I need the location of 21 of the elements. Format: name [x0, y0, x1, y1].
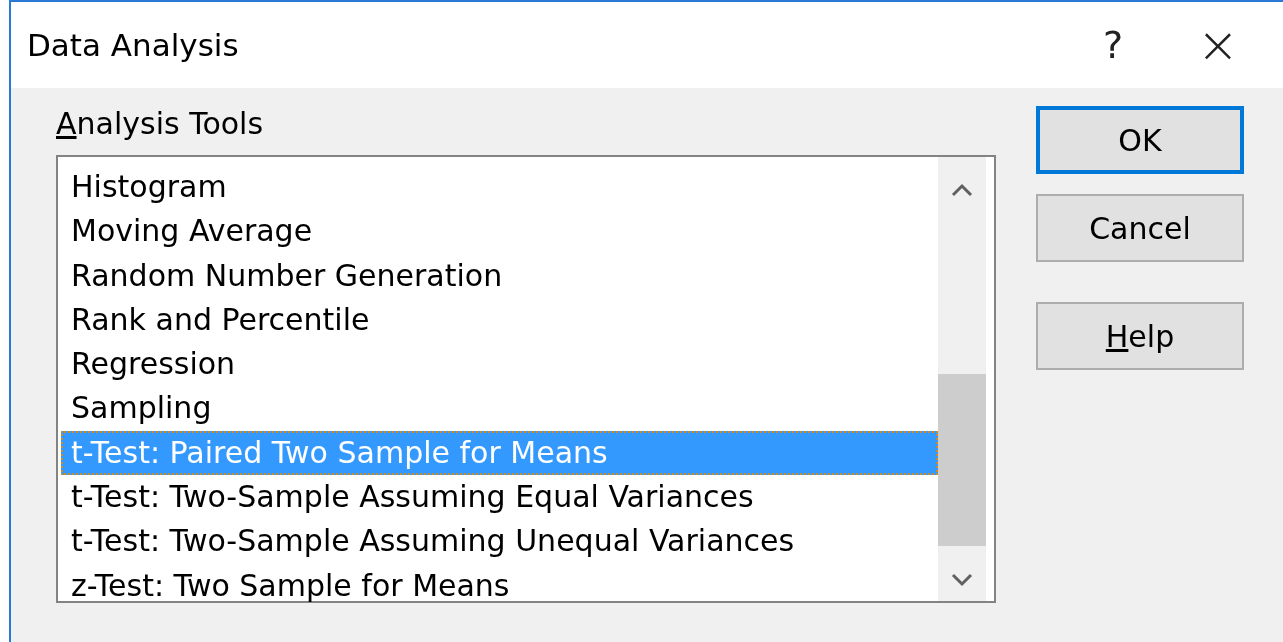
analysis-tools-list[interactable] [56, 155, 996, 603]
scroll-thumb[interactable] [938, 374, 986, 546]
dialog-button[interactable]: Help [1036, 302, 1244, 370]
list-item[interactable]: Rank and Percentile [61, 297, 938, 343]
list-item[interactable]: Random Number Generation [61, 253, 938, 298]
scrollbar[interactable] [938, 157, 986, 601]
list-item[interactable]: t-Test: Two-Sample Assuming Equal Variances [61, 475, 938, 520]
scroll-down-icon[interactable] [951, 573, 973, 587]
list-item[interactable]: z-Test: Two Sample for Means [61, 563, 938, 608]
list-item[interactable]: Sampling [61, 386, 938, 431]
list-item[interactable]: Regression [61, 342, 938, 387]
window-title: Data Analysis [27, 27, 240, 63]
dialog-button[interactable]: Cancel [1036, 194, 1244, 262]
list-label: Analysis Tools [56, 106, 265, 141]
dialog-button[interactable]: OK [1036, 106, 1244, 174]
scroll-up-icon[interactable] [951, 183, 973, 197]
list-item[interactable]: Histogram [61, 165, 938, 210]
close-button[interactable]: × [1188, 16, 1248, 74]
help-button[interactable]: ? [1083, 23, 1143, 67]
list-item[interactable]: t-Test: Two-Sample Assuming Unequal Variances [61, 519, 938, 564]
list-item[interactable]: Moving Average [61, 209, 938, 254]
